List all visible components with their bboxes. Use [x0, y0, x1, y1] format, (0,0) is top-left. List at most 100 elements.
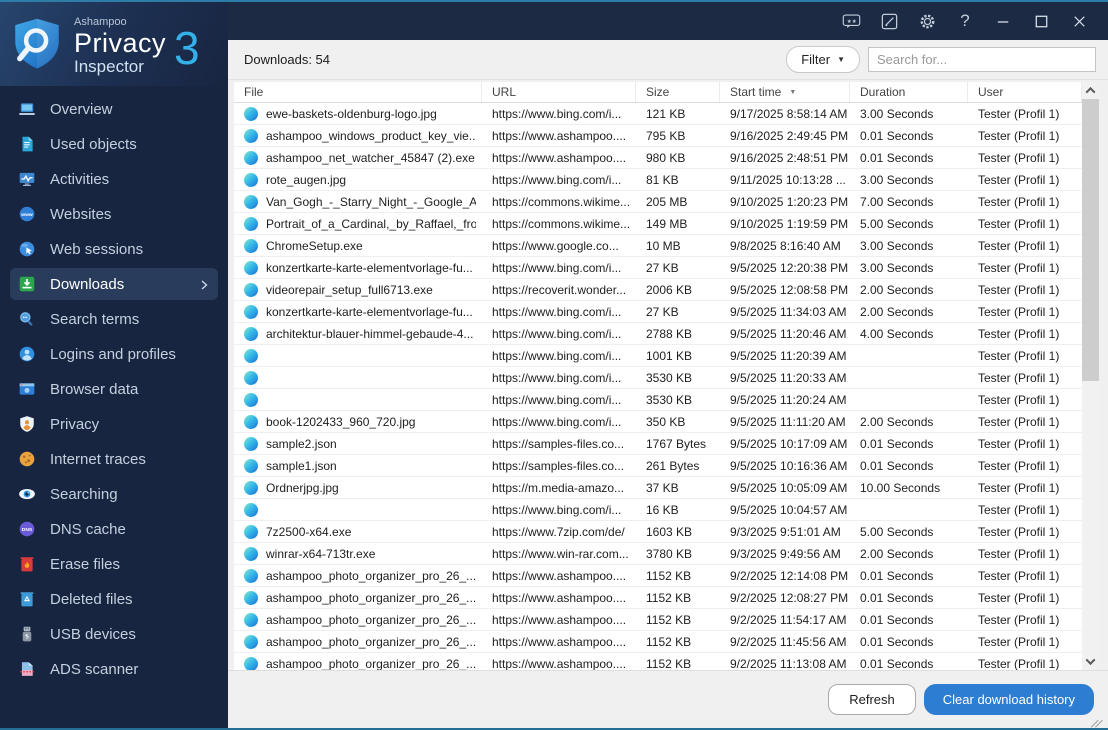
- help-button[interactable]: ?: [946, 6, 984, 36]
- sidebar-item-ads-scanner[interactable]: ADS scanner: [10, 653, 218, 685]
- cell-start: 9/5/2025 12:08:58 PM: [730, 282, 849, 297]
- web-sessions-icon: [18, 240, 36, 258]
- edge-browser-icon: [244, 128, 258, 143]
- cell-start: 9/5/2025 10:05:09 AM: [730, 480, 848, 495]
- settings-gear-icon[interactable]: [908, 6, 946, 36]
- clear-download-history-button[interactable]: Clear download history: [923, 684, 1094, 715]
- search-input[interactable]: [868, 47, 1096, 72]
- sidebar-item-deleted-files[interactable]: Deleted files: [10, 583, 218, 615]
- minimize-button[interactable]: [984, 6, 1022, 36]
- sidebar-item-downloads[interactable]: Downloads: [10, 268, 218, 300]
- table-row[interactable]: Portrait_of_a_Cardinal,_by_Raffael,_fro.…: [234, 213, 1082, 235]
- sidebar-item-label: USB devices: [50, 625, 136, 643]
- table-row[interactable]: https://www.bing.com/i... 3530 KB 9/5/2025…: [234, 389, 1082, 411]
- cell-start: 9/2/2025 11:54:17 AM: [730, 612, 847, 627]
- table-row[interactable]: rote_augen.jpg https://www.bing.com/i... 8…: [234, 169, 1082, 191]
- cell-duration: 2.00 Seconds: [860, 282, 934, 297]
- table-row[interactable]: ashampoo_photo_organizer_pro_26_... https…: [234, 565, 1082, 587]
- table-row[interactable]: architektur-blauer-himmel-gebaude-4... ht…: [234, 323, 1082, 345]
- file-name: winrar-x64-713tr.exe: [266, 546, 376, 561]
- cell-start: 9/2/2025 12:08:27 PM: [730, 590, 849, 605]
- table-row[interactable]: https://www.bing.com/i... 1001 KB 9/5/2025…: [234, 345, 1082, 367]
- sidebar-item-erase-files[interactable]: Erase files: [10, 548, 218, 580]
- cell-file: ashampoo_photo_organizer_pro_26_...: [234, 587, 482, 608]
- edge-browser-icon: [244, 370, 258, 385]
- cell-duration: 10.00 Seconds: [860, 480, 941, 495]
- column-header-start-time[interactable]: Start time ▼: [720, 82, 850, 102]
- table-row[interactable]: videorepair_setup_full6713.exe https://re…: [234, 279, 1082, 301]
- table-row[interactable]: Ordnerjpg.jpg https://m.media-amazo... 37 …: [234, 477, 1082, 499]
- table-row[interactable]: sample1.json https://samples-files.co... 2…: [234, 455, 1082, 477]
- table-row[interactable]: ashampoo_photo_organizer_pro_26_... https…: [234, 609, 1082, 631]
- column-header-user[interactable]: User: [968, 82, 1082, 102]
- column-header-url[interactable]: URL: [482, 82, 636, 102]
- cell-file: winrar-x64-713tr.exe: [234, 543, 482, 564]
- brand-product: Privacy: [74, 28, 167, 58]
- sidebar-item-dns-cache[interactable]: DNS DNS cache: [10, 513, 218, 545]
- table-row[interactable]: ashampoo_windows_product_key_vie... https…: [234, 125, 1082, 147]
- cell-file: ashampoo_net_watcher_45847 (2).exe: [234, 147, 482, 168]
- scrollbar-thumb[interactable]: [1082, 99, 1099, 382]
- scroll-up-icon[interactable]: [1082, 82, 1099, 99]
- sidebar-item-label: Used objects: [50, 135, 137, 153]
- cell-duration: [850, 389, 968, 410]
- column-header-size[interactable]: Size: [636, 82, 720, 102]
- deleted-files-icon: [18, 590, 36, 608]
- cell-file: sample1.json: [234, 455, 482, 476]
- sidebar-item-websites[interactable]: www Websites: [10, 198, 218, 230]
- cell-user: Tester (Profil 1): [978, 238, 1060, 253]
- table-row[interactable]: winrar-x64-713tr.exe https://www.win-rar.…: [234, 543, 1082, 565]
- filter-button[interactable]: Filter ▼: [786, 46, 860, 73]
- table-row[interactable]: book-1202433_960_720.jpg https://www.bing…: [234, 411, 1082, 433]
- table-row[interactable]: Van_Gogh_-_Starry_Night_-_Google_A... htt…: [234, 191, 1082, 213]
- sidebar-item-label: Privacy: [50, 415, 100, 433]
- sidebar-item-search-terms[interactable]: Search terms: [10, 303, 218, 335]
- edge-browser-icon: [244, 436, 258, 451]
- table-row[interactable]: ChromeSetup.exe https://www.google.co... 1…: [234, 235, 1082, 257]
- column-header-duration[interactable]: Duration: [850, 82, 968, 102]
- cell-size: 350 KB: [646, 414, 686, 429]
- resize-grip[interactable]: [1096, 715, 1106, 725]
- refresh-button[interactable]: Refresh: [828, 684, 916, 715]
- table-row[interactable]: ashampoo_photo_organizer_pro_26_... https…: [234, 653, 1082, 670]
- sidebar-item-logins-and-profiles[interactable]: Logins and profiles: [10, 338, 218, 370]
- table-row[interactable]: ewe-baskets-oldenburg-logo.jpg https://ww…: [234, 103, 1082, 125]
- sidebar-item-searching[interactable]: Searching: [10, 478, 218, 510]
- sidebar-item-web-sessions[interactable]: Web sessions: [10, 233, 218, 265]
- table-row[interactable]: https://www.bing.com/i... 3530 KB 9/5/2025…: [234, 367, 1082, 389]
- sidebar-item-privacy[interactable]: Privacy: [10, 408, 218, 440]
- cell-url: https://www.bing.com/i...: [492, 304, 622, 319]
- edge-browser-icon: [244, 326, 258, 341]
- cell-url: https://www.ashampoo....: [492, 612, 627, 627]
- sidebar-item-usb-devices[interactable]: USB devices: [10, 618, 218, 650]
- table-row[interactable]: ashampoo_photo_organizer_pro_26_... https…: [234, 631, 1082, 653]
- cell-size: 149 MB: [646, 216, 688, 231]
- cell-start: 9/5/2025 11:20:33 AM: [730, 370, 847, 385]
- cell-duration: 3.00 Seconds: [860, 238, 934, 253]
- table-row[interactable]: sample2.json https://samples-files.co... 1…: [234, 433, 1082, 455]
- edge-browser-icon: [244, 260, 258, 275]
- notes-icon[interactable]: [870, 6, 908, 36]
- close-button[interactable]: [1060, 6, 1098, 36]
- column-header-file[interactable]: File: [234, 82, 482, 102]
- cell-start: 9/2/2025 11:13:08 AM: [730, 656, 847, 671]
- table-row[interactable]: ashampoo_photo_organizer_pro_26_... https…: [234, 587, 1082, 609]
- table-row[interactable]: https://www.bing.com/i... 16 KB 9/5/2025 1…: [234, 499, 1082, 521]
- scroll-down-icon[interactable]: [1082, 653, 1099, 670]
- sidebar-item-overview[interactable]: Overview: [10, 93, 218, 125]
- table-row[interactable]: konzertkarte-karte-elementvorlage-fu... h…: [234, 257, 1082, 279]
- sidebar-item-internet-traces[interactable]: Internet traces: [10, 443, 218, 475]
- edge-browser-icon: [244, 304, 258, 319]
- dns-icon: DNS: [18, 520, 36, 538]
- vertical-scrollbar[interactable]: [1082, 82, 1099, 670]
- sidebar-item-browser-data[interactable]: Browser data: [10, 373, 218, 405]
- feedback-icon[interactable]: ★★: [832, 6, 870, 36]
- table-row[interactable]: ashampoo_net_watcher_45847 (2).exe https:…: [234, 147, 1082, 169]
- table-row[interactable]: 7z2500-x64.exe https://www.7zip.com/de/16…: [234, 521, 1082, 543]
- cell-user: Tester (Profil 1): [978, 106, 1060, 121]
- sidebar-item-used-objects[interactable]: Used objects: [10, 128, 218, 160]
- cell-user: Tester (Profil 1): [978, 392, 1060, 407]
- table-row[interactable]: konzertkarte-karte-elementvorlage-fu... h…: [234, 301, 1082, 323]
- maximize-button[interactable]: [1022, 6, 1060, 36]
- sidebar-item-activities[interactable]: Activities: [10, 163, 218, 195]
